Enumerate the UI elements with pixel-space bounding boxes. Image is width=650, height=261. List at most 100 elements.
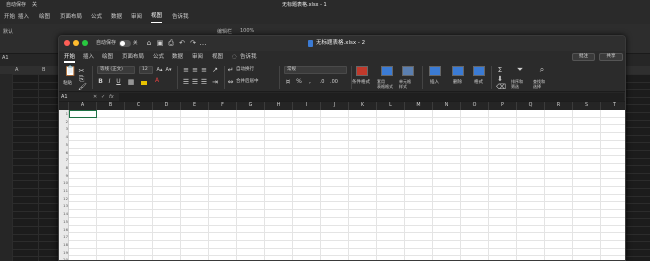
row-header-5[interactable]: 5 <box>59 141 68 149</box>
indent-icon[interactable]: ⇥ <box>211 78 219 86</box>
delete-label[interactable]: 删除 <box>453 80 462 86</box>
paste-icon[interactable]: 📋 <box>64 66 76 78</box>
bg-ribbon-default[interactable]: 默认 <box>3 28 13 35</box>
merge-icon[interactable]: ⇔ <box>227 78 234 86</box>
row-header-13[interactable]: 13 <box>59 202 68 210</box>
currency-icon[interactable]: ¤ <box>284 78 292 86</box>
clear-icon[interactable]: ⌫ <box>496 83 506 91</box>
bg-tab-data[interactable]: 数据 <box>111 10 122 24</box>
font-size-select[interactable]: 12 <box>139 66 153 74</box>
bold-button[interactable]: B <box>97 78 104 86</box>
format-label[interactable]: 格式 <box>474 80 483 86</box>
align-top-icon[interactable]: ≡ <box>182 66 190 74</box>
sort-filter-icon[interactable]: ⏷ <box>514 66 526 74</box>
merge-center-label[interactable]: 合并后居中 <box>236 79 259 85</box>
column-header-a[interactable]: A <box>69 102 97 110</box>
column-header-j[interactable]: J <box>321 102 349 110</box>
autosum-icon[interactable]: Σ <box>496 66 504 74</box>
minimize-window-button[interactable] <box>73 40 79 46</box>
worksheet-grid[interactable] <box>69 110 625 260</box>
undo-icon[interactable]: ↶ <box>178 39 186 47</box>
share-button[interactable]: 共享 <box>599 53 623 61</box>
row-header-1[interactable]: 1 <box>59 110 68 118</box>
align-middle-icon[interactable]: ≡ <box>191 66 199 74</box>
row-header-14[interactable]: 14 <box>59 210 68 218</box>
column-header-p[interactable]: P <box>489 102 517 110</box>
bg-tab-review[interactable]: 审阅 <box>131 10 142 24</box>
column-header-l[interactable]: L <box>377 102 405 110</box>
increase-font-icon[interactable]: A▴ <box>156 66 163 74</box>
row-header-17[interactable]: 17 <box>59 233 68 241</box>
bg-ribbon-zoom[interactable]: 100% <box>240 28 254 34</box>
decrease-decimal-icon[interactable]: .00 <box>329 78 339 86</box>
tab-review[interactable]: 审阅 <box>192 51 203 63</box>
format-as-table-label[interactable]: 套用 表格格式 <box>377 79 393 89</box>
bg-col-header[interactable]: B <box>42 66 45 74</box>
insert-cells-icon[interactable] <box>429 66 441 76</box>
tab-data[interactable]: 数据 <box>172 51 183 63</box>
column-header-s[interactable]: S <box>573 102 601 110</box>
tab-tell-me[interactable]: 告诉我 <box>240 51 257 63</box>
find-select-label[interactable]: 查找和 选择 <box>533 79 545 89</box>
column-header-f[interactable]: F <box>209 102 237 110</box>
cell-styles-label[interactable]: 单元格 样式 <box>399 79 411 89</box>
conditional-format-icon[interactable] <box>356 66 368 76</box>
row-header-15[interactable]: 15 <box>59 218 68 226</box>
sort-filter-label[interactable]: 排序和 筛选 <box>511 79 523 89</box>
name-box[interactable]: A1 <box>61 93 89 101</box>
autosave-toggle[interactable] <box>119 40 131 47</box>
close-window-button[interactable] <box>64 40 70 46</box>
tab-formulas[interactable]: 公式 <box>153 51 164 63</box>
bg-tab-draw[interactable]: 绘图 <box>39 10 50 24</box>
save-icon[interactable]: ▣ <box>156 39 164 47</box>
row-header-4[interactable]: 4 <box>59 133 68 141</box>
row-header-2[interactable]: 2 <box>59 118 68 126</box>
format-painter-icon[interactable]: 🖌 <box>78 83 87 91</box>
number-format-select[interactable]: 常规 <box>284 66 347 74</box>
bg-tab-insert[interactable]: 插入 <box>18 10 29 24</box>
increase-decimal-icon[interactable]: .0 <box>317 78 327 86</box>
conditional-format-label[interactable]: 条件格式 <box>352 80 370 86</box>
row-header-12[interactable]: 12 <box>59 195 68 203</box>
print-icon[interactable]: ⎙ <box>167 39 175 47</box>
cut-icon[interactable]: ✂ <box>78 67 85 75</box>
italic-button[interactable]: I <box>106 78 113 86</box>
row-header-7[interactable]: 7 <box>59 156 68 164</box>
tab-insert[interactable]: 插入 <box>83 51 94 63</box>
comments-button[interactable]: 批注 <box>572 53 595 61</box>
bg-tab-view[interactable]: 视图 <box>151 10 163 23</box>
align-right-icon[interactable]: ☰ <box>200 78 208 86</box>
tab-draw[interactable]: 绘图 <box>102 51 113 63</box>
zoom-window-button[interactable] <box>82 40 88 46</box>
underline-button[interactable]: U <box>115 78 122 86</box>
row-header-18[interactable]: 18 <box>59 241 68 249</box>
borders-icon[interactable]: ▦ <box>127 78 135 86</box>
row-header-9[interactable]: 9 <box>59 172 68 180</box>
column-header-c[interactable]: C <box>125 102 153 110</box>
bg-ribbon-formula-bar[interactable]: 编辑栏 <box>217 28 232 35</box>
bg-tab-formulas[interactable]: 公式 <box>91 10 102 24</box>
column-header-r[interactable]: R <box>545 102 573 110</box>
more-icon[interactable]: … <box>199 39 207 47</box>
decrease-font-icon[interactable]: A▾ <box>165 66 172 74</box>
row-header-11[interactable]: 11 <box>59 187 68 195</box>
row-header-19[interactable]: 19 <box>59 249 68 257</box>
redo-icon[interactable]: ↷ <box>189 39 197 47</box>
comma-icon[interactable]: , <box>306 78 314 86</box>
bg-tab-page-layout[interactable]: 页面布局 <box>60 10 82 24</box>
row-header-8[interactable]: 8 <box>59 164 68 172</box>
fill-color-icon[interactable] <box>141 81 147 85</box>
insert-function-icon[interactable]: fx <box>109 93 114 101</box>
row-header-3[interactable]: 3 <box>59 125 68 133</box>
bg-tab-home[interactable]: 开始 <box>4 10 15 24</box>
formula-input[interactable] <box>119 93 624 101</box>
column-header-i[interactable]: I <box>293 102 321 110</box>
wrap-text-icon[interactable]: ↵ <box>227 66 234 74</box>
tab-page-layout[interactable]: 页面布局 <box>122 51 144 63</box>
align-center-icon[interactable]: ☰ <box>191 78 199 86</box>
bg-name-box[interactable]: A1 <box>2 55 9 61</box>
column-header-e[interactable]: E <box>181 102 209 110</box>
delete-cells-icon[interactable] <box>452 66 464 76</box>
row-header-20[interactable]: 20 <box>59 256 68 260</box>
tab-view[interactable]: 视图 <box>212 51 223 63</box>
